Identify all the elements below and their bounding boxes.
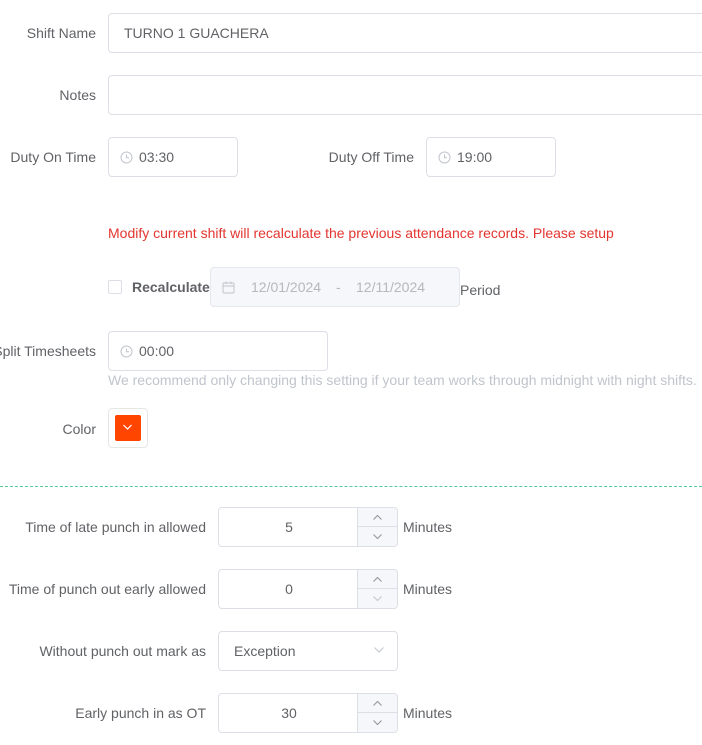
no-punch-out-select[interactable]: Exception [218, 631, 398, 671]
range-separator: - [336, 279, 341, 295]
clock-icon [120, 345, 133, 358]
increment-button[interactable] [358, 508, 397, 527]
section-divider [0, 486, 702, 487]
period-label: Period [460, 282, 501, 298]
no-punch-out-label: Without punch out mark as [39, 643, 206, 659]
chevron-down-icon [123, 424, 132, 430]
recalculate-date-range: 12/01/2024 - 12/11/2024 [210, 267, 460, 307]
duty-on-label: Duty On Time [10, 149, 96, 165]
calendar-icon [222, 281, 235, 294]
color-picker[interactable] [108, 408, 148, 448]
no-punch-out-value: Exception [234, 643, 296, 659]
range-end: 12/11/2024 [356, 279, 426, 295]
color-label: Color [62, 421, 96, 437]
early-out-stepper[interactable]: 0 [218, 569, 398, 609]
decrement-button[interactable] [358, 527, 397, 546]
early-out-value[interactable]: 0 [219, 570, 359, 608]
chevron-up-icon [373, 576, 382, 582]
chevron-up-icon [373, 700, 382, 706]
late-in-label: Time of late punch in allowed [25, 519, 206, 535]
late-in-unit: Minutes [403, 519, 453, 535]
early-out-label: Time of punch out early allowed [8, 581, 206, 597]
early-ot-unit: Minutes [403, 705, 453, 721]
late-in-stepper[interactable]: 5 [218, 507, 398, 547]
chevron-up-icon [373, 514, 382, 520]
increment-button[interactable] [358, 694, 397, 713]
split-timesheets-label: Split Timesheets [0, 343, 96, 359]
early-ot-label: Early punch in as OT [75, 705, 206, 721]
stepper-controls [357, 570, 397, 608]
chevron-down-icon [373, 720, 382, 726]
recalculate-checkbox[interactable] [108, 280, 122, 294]
split-hint: We recommend only changing this setting … [108, 372, 697, 388]
split-time-picker[interactable]: 00:00 [108, 331, 328, 371]
clock-icon [120, 151, 133, 164]
range-start: 12/01/2024 [251, 279, 322, 295]
shift-name-input[interactable]: TURNO 1 GUACHERA [108, 13, 702, 53]
recalculate-label[interactable]: Recalculate [132, 278, 210, 296]
chevron-down-icon [373, 596, 382, 602]
early-out-unit: Minutes [403, 581, 453, 597]
shift-name-value: TURNO 1 GUACHERA [124, 25, 269, 41]
early-ot-value[interactable]: 30 [219, 694, 359, 732]
duty-on-time-picker[interactable]: 03:30 [108, 137, 238, 177]
duty-off-label: Duty Off Time [328, 149, 414, 165]
increment-button[interactable] [358, 570, 397, 589]
decrement-button[interactable] [358, 713, 397, 732]
duty-off-time-picker[interactable]: 19:00 [426, 137, 556, 177]
early-ot-stepper[interactable]: 30 [218, 693, 398, 733]
color-swatch [115, 415, 141, 441]
chevron-down-icon [373, 534, 382, 540]
notes-label: Notes [59, 87, 96, 103]
stepper-controls [357, 694, 397, 732]
recalculate-warning: Modify current shift will recalculate th… [108, 225, 614, 241]
duty-on-value: 03:30 [139, 149, 175, 165]
duty-off-value: 19:00 [457, 149, 493, 165]
late-in-value[interactable]: 5 [219, 508, 359, 546]
decrement-button[interactable] [358, 589, 397, 608]
shift-name-label: Shift Name [26, 25, 96, 41]
notes-input[interactable] [108, 75, 702, 115]
chevron-down-icon [374, 647, 384, 653]
stepper-controls [357, 508, 397, 546]
clock-icon [438, 151, 451, 164]
split-value: 00:00 [139, 343, 175, 359]
